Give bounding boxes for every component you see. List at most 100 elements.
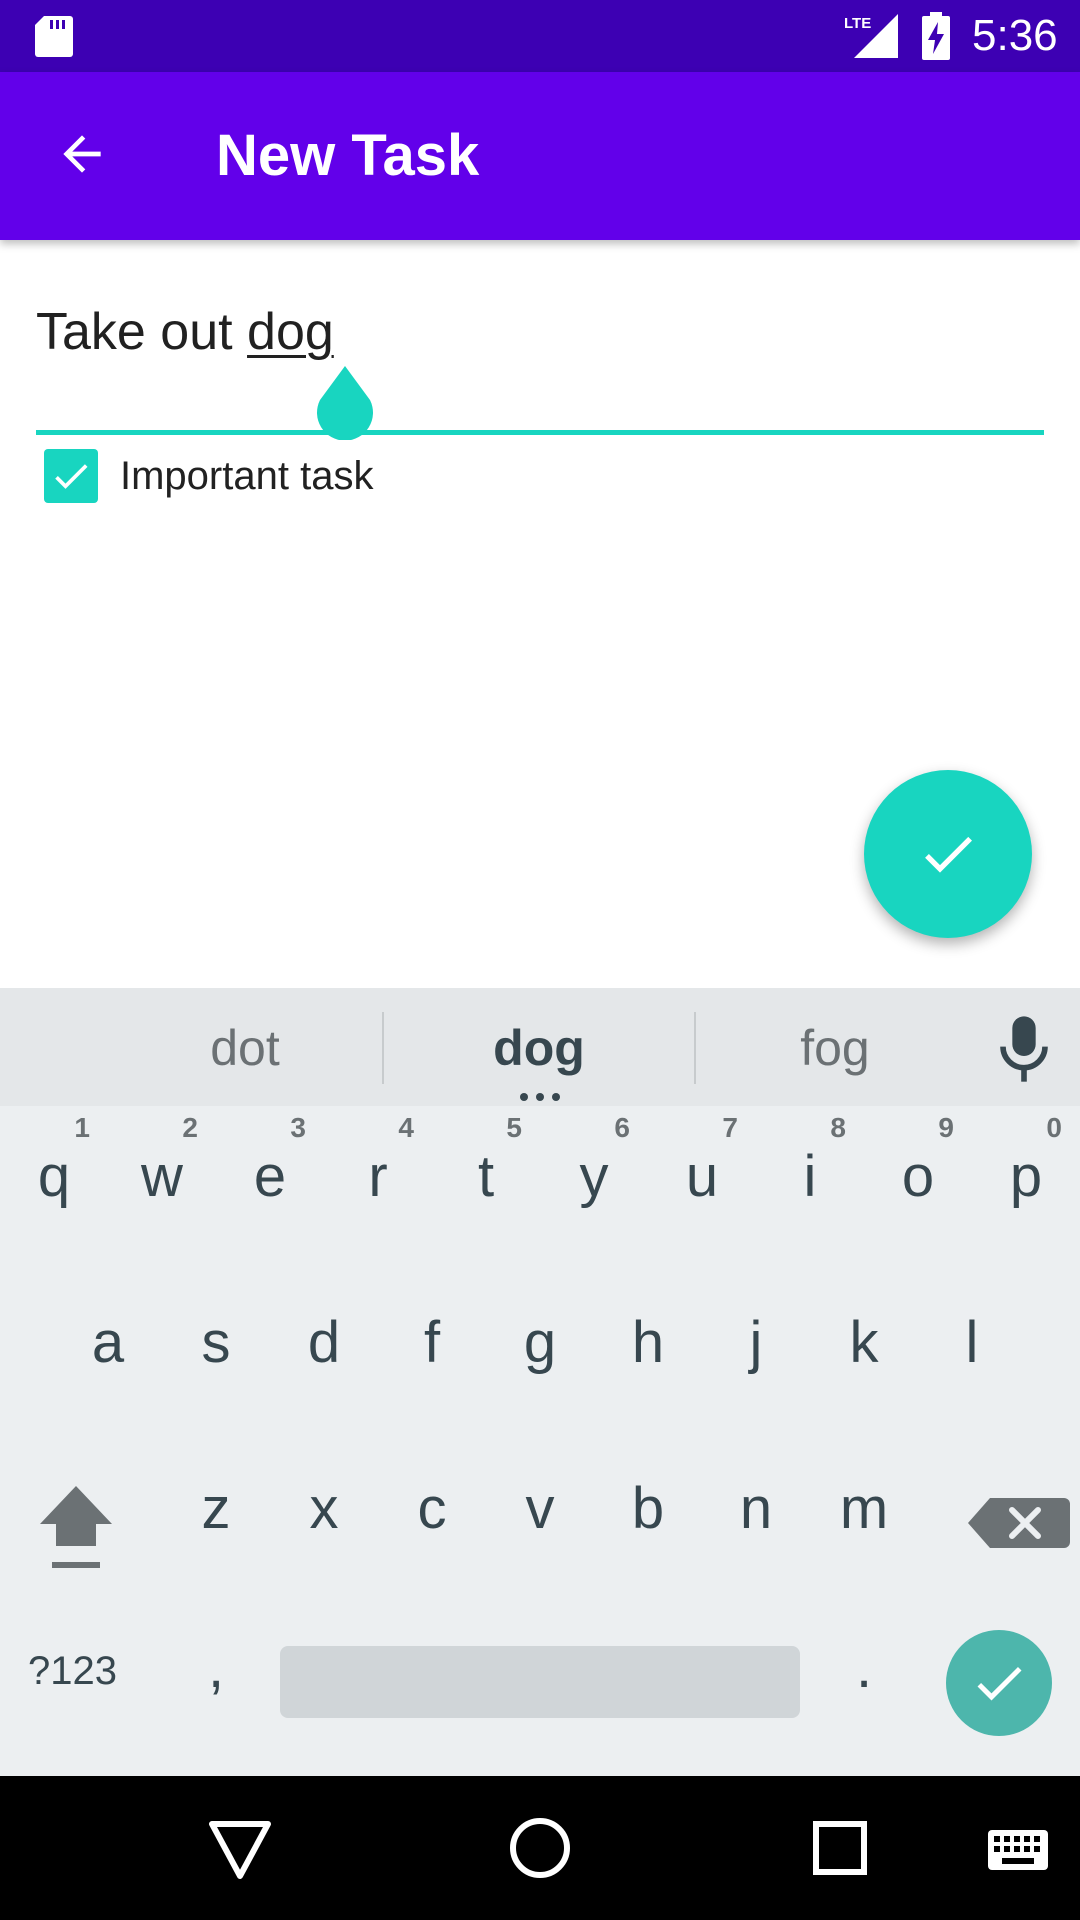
space-key[interactable] <box>280 1646 800 1718</box>
arrow-back-icon <box>63 135 101 173</box>
key-letter: z <box>201 1476 231 1541</box>
suggestion-divider <box>694 1012 696 1084</box>
key-letter: b <box>631 1476 665 1541</box>
key-letter: k <box>849 1310 879 1375</box>
key-z[interactable]: z <box>162 1438 270 1588</box>
key-letter: i <box>803 1144 817 1209</box>
check-icon <box>925 836 972 873</box>
input-underline <box>36 430 1044 435</box>
key-e[interactable]: e3 <box>216 1106 324 1256</box>
key-number-hint: 6 <box>614 1112 630 1143</box>
key-letter: h <box>631 1310 665 1375</box>
key-number-hint: 8 <box>830 1112 846 1143</box>
key-letter: u <box>685 1144 719 1209</box>
key-letter: w <box>141 1144 183 1209</box>
key-a[interactable]: a <box>54 1272 162 1422</box>
key-number-hint: 7 <box>722 1112 738 1143</box>
key-number-hint: 5 <box>506 1112 522 1143</box>
key-letter: x <box>309 1476 339 1541</box>
suggestion-strip: dot dog fog <box>0 988 1080 1106</box>
key-m[interactable]: m <box>810 1438 918 1588</box>
key-letter: g <box>523 1310 557 1375</box>
navigation-bar <box>0 1776 1080 1920</box>
key-number-hint: 3 <box>290 1112 306 1143</box>
task-text-composing-word: dog <box>247 303 334 361</box>
key-letter: d <box>307 1310 341 1375</box>
suggestion-right[interactable]: fog <box>720 1008 950 1088</box>
battery-charging-icon <box>922 12 950 60</box>
task-title-input[interactable]: Take out dog <box>36 300 1044 435</box>
key-i[interactable]: i8 <box>756 1106 864 1256</box>
check-icon <box>977 1666 1022 1701</box>
key-c[interactable]: c <box>378 1438 486 1588</box>
text-cursor-handle[interactable] <box>314 364 376 440</box>
status-bar: LTE 5:36 <box>0 0 1080 72</box>
key-letter: c <box>417 1476 447 1541</box>
key-letter: y <box>579 1144 609 1209</box>
key-letter: l <box>965 1310 979 1375</box>
key-g[interactable]: g <box>486 1272 594 1422</box>
key-number-hint: 2 <box>182 1112 198 1143</box>
recents-nav-icon[interactable] <box>804 1812 876 1884</box>
app-bar: New Task <box>0 72 1080 240</box>
screen: LTE 5:36 New Task Take out dog Important… <box>0 0 1080 1920</box>
task-form: Take out dog Important task <box>0 240 1080 988</box>
task-text-prefix: Take out <box>36 303 248 361</box>
suggestion-left[interactable]: dot <box>130 1008 360 1088</box>
key-o[interactable]: o9 <box>864 1106 972 1256</box>
key-letter: s <box>201 1310 231 1375</box>
important-task-checkbox[interactable]: Important task <box>44 444 373 508</box>
key-b[interactable]: b <box>594 1438 702 1588</box>
key-v[interactable]: v <box>486 1438 594 1588</box>
more-suggestions-icon <box>520 1093 560 1101</box>
key-letter: n <box>739 1476 773 1541</box>
key-h[interactable]: h <box>594 1272 702 1422</box>
checkbox-checked[interactable] <box>44 449 98 503</box>
key-y[interactable]: y6 <box>540 1106 648 1256</box>
comma-key[interactable]: , <box>186 1618 246 1718</box>
key-u[interactable]: u7 <box>648 1106 756 1256</box>
key-n[interactable]: n <box>702 1438 810 1588</box>
key-x[interactable]: x <box>270 1438 378 1588</box>
key-l[interactable]: l <box>918 1272 1026 1422</box>
key-letter: e <box>253 1144 287 1209</box>
key-r[interactable]: r4 <box>324 1106 432 1256</box>
key-j[interactable]: j <box>702 1272 810 1422</box>
key-k[interactable]: k <box>810 1272 918 1422</box>
period-key[interactable]: . <box>834 1618 894 1718</box>
microphone-icon[interactable] <box>996 1014 1052 1084</box>
save-task-fab[interactable] <box>864 770 1032 938</box>
key-f[interactable]: f <box>378 1272 486 1422</box>
key-letter: a <box>91 1310 125 1375</box>
home-nav-icon[interactable] <box>504 1812 576 1884</box>
suggestion-primary[interactable]: dog <box>424 1008 654 1088</box>
keyboard-switch-icon[interactable] <box>986 1812 1050 1884</box>
lte-signal-icon: LTE <box>844 14 898 58</box>
back-button[interactable] <box>40 112 124 196</box>
key-t[interactable]: t5 <box>432 1106 540 1256</box>
key-letter: r <box>368 1144 388 1209</box>
symbols-key[interactable]: ?123 <box>28 1636 138 1706</box>
key-number-hint: 0 <box>1046 1112 1062 1143</box>
enter-key[interactable] <box>946 1630 1052 1736</box>
key-p[interactable]: p0 <box>972 1106 1080 1256</box>
back-nav-icon[interactable] <box>204 1812 276 1884</box>
page-title: New Task <box>216 123 480 188</box>
key-letter: p <box>1009 1144 1043 1209</box>
soft-keyboard: dot dog fog q1w2e3r4t5y6u7i8o9p0asdfghjk… <box>0 988 1080 1776</box>
task-text[interactable]: Take out dog <box>36 300 334 364</box>
shift-key[interactable] <box>30 1480 122 1590</box>
status-time: 5:36 <box>972 11 1058 60</box>
key-q[interactable]: q1 <box>0 1106 108 1256</box>
key-w[interactable]: w2 <box>108 1106 216 1256</box>
suggestion-divider <box>382 1012 384 1084</box>
key-number-hint: 9 <box>938 1112 954 1143</box>
key-d[interactable]: d <box>270 1272 378 1422</box>
svg-text:LTE: LTE <box>844 15 871 32</box>
key-s[interactable]: s <box>162 1272 270 1422</box>
check-icon <box>55 464 88 489</box>
backspace-key[interactable] <box>964 1488 1074 1558</box>
sd-card-icon <box>35 16 73 57</box>
checkbox-label: Important task <box>120 454 374 498</box>
key-letter: m <box>839 1476 889 1541</box>
